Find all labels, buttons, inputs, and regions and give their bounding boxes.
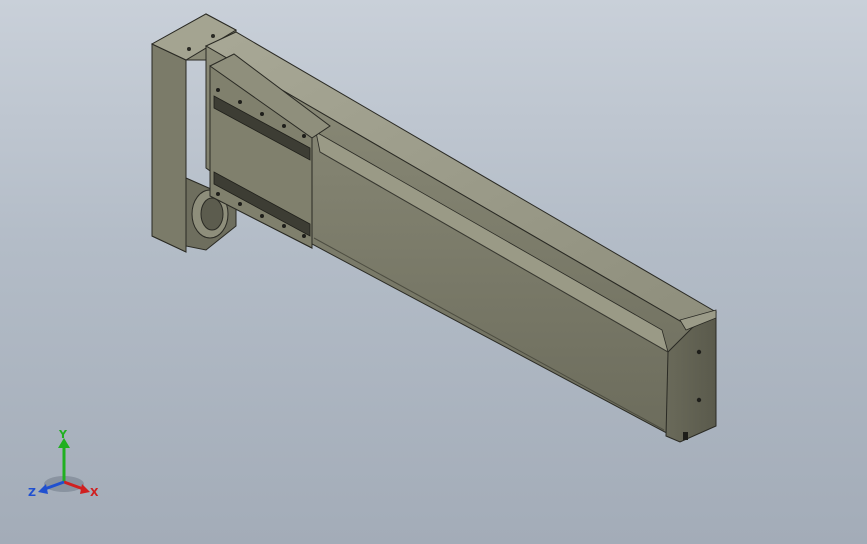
y-axis-label: Y [58, 428, 68, 441]
linear-actuator-model[interactable] [0, 0, 867, 544]
x-axis-label: X [90, 486, 99, 499]
z-axis-label: Z [28, 486, 36, 499]
cad-viewport[interactable]: Y X Z [0, 0, 867, 544]
orientation-triad: Y X Z [28, 428, 99, 499]
